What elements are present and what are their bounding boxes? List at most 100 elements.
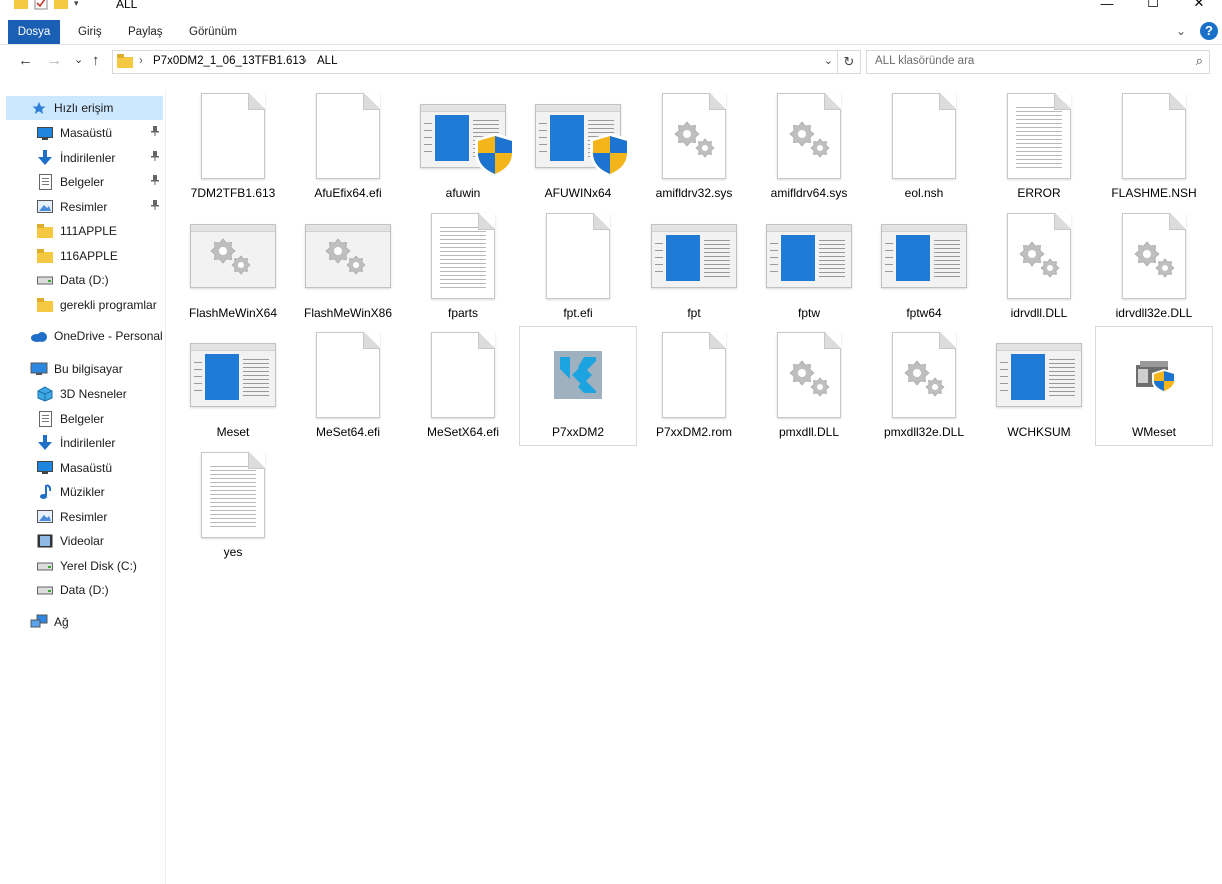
sidebar-item[interactable]: İndirilenler xyxy=(6,146,163,170)
tab-dosya[interactable]: Dosya xyxy=(8,20,60,44)
properties-icon[interactable] xyxy=(34,0,48,10)
system-file-icon xyxy=(892,332,956,418)
expand-ribbon-icon[interactable]: ⌄ xyxy=(1176,24,1186,38)
file-item[interactable]: fptw xyxy=(751,208,867,326)
sidebar-item[interactable]: Masaüstü xyxy=(6,456,163,480)
sidebar-item-network[interactable]: Ağ xyxy=(6,610,163,634)
file-item[interactable]: Meset xyxy=(175,327,291,445)
tab-gorunum[interactable]: Görünüm xyxy=(189,20,237,44)
sidebar-item[interactable]: 111APPLE xyxy=(6,219,163,243)
customize-toolbar-icon[interactable]: ▾ xyxy=(74,0,79,9)
search-input[interactable]: ALL klasöründe ara xyxy=(875,55,974,67)
sidebar-item-this-pc[interactable]: Bu bilgisayar xyxy=(6,357,163,381)
file-item[interactable]: AFUWINx64 xyxy=(520,88,636,206)
sidebar-item[interactable]: Belgeler xyxy=(6,170,163,194)
file-thumbnail xyxy=(880,331,968,419)
file-name: yes xyxy=(223,545,243,559)
help-button[interactable]: ? xyxy=(1200,22,1218,40)
file-item[interactable]: idrvdll.DLL xyxy=(981,208,1097,326)
back-button[interactable]: ← xyxy=(18,52,33,69)
sidebar-item-quick-access[interactable]: Hızlı erişim xyxy=(6,96,163,120)
forward-button[interactable]: → xyxy=(47,52,62,69)
sidebar-item[interactable]: Data (D:) xyxy=(6,268,163,292)
file-item[interactable]: afuwin xyxy=(405,88,521,206)
file-item[interactable]: fpt.efi xyxy=(520,208,636,326)
sidebar-item[interactable]: Resimler xyxy=(6,195,163,219)
breadcrumb-separator[interactable]: › xyxy=(139,55,143,67)
sidebar-item[interactable]: Masaüstü xyxy=(6,121,163,145)
sidebar-item[interactable]: Belgeler xyxy=(6,407,163,431)
window-title: ALL xyxy=(116,0,138,11)
file-item[interactable]: fptw64 xyxy=(866,208,982,326)
file-thumbnail xyxy=(765,331,853,419)
sidebar-item-label: Belgeler xyxy=(60,411,105,426)
file-name: ERROR xyxy=(1017,186,1061,200)
search-box[interactable]: ALL klasöründe ara ⌕ xyxy=(866,50,1210,74)
maximize-button[interactable]: ☐ xyxy=(1130,0,1176,12)
file-item[interactable]: WMeset xyxy=(1095,326,1213,446)
sidebar-item[interactable]: Yerel Disk (C:) xyxy=(6,554,163,578)
file-name: idrvdll32e.DLL xyxy=(1115,306,1193,320)
sidebar-item-label: İndirilenler xyxy=(60,436,116,450)
up-button[interactable]: ↑ xyxy=(92,52,100,69)
file-icon xyxy=(662,332,726,418)
sidebar-item[interactable]: Videolar xyxy=(6,529,163,553)
sidebar-item[interactable]: İndirilenler xyxy=(6,431,163,455)
sidebar-item[interactable]: 3D Nesneler xyxy=(6,382,163,406)
file-item[interactable]: yes xyxy=(175,447,291,565)
file-item[interactable]: P7xxDM2.rom xyxy=(636,327,752,445)
sidebar-item-onedrive[interactable]: OneDrive - Personal xyxy=(6,324,163,348)
file-item[interactable]: fpt xyxy=(636,208,752,326)
minimize-button[interactable]: — xyxy=(1084,0,1130,12)
sidebar-item-label: Videolar xyxy=(60,534,104,548)
file-thumbnail xyxy=(189,212,277,300)
file-name: fparts xyxy=(447,306,478,320)
search-icon[interactable]: ⌕ xyxy=(1196,53,1203,69)
pin-icon xyxy=(151,199,159,213)
sidebar-item[interactable]: Müzikler xyxy=(6,480,163,504)
new-folder-icon[interactable] xyxy=(54,0,68,9)
file-item[interactable]: amifldrv64.sys xyxy=(751,88,867,206)
tab-paylas[interactable]: Paylaş xyxy=(128,20,163,44)
file-item[interactable]: idrvdll32e.DLL xyxy=(1096,208,1212,326)
pin-icon xyxy=(151,175,159,188)
file-item[interactable]: P7xxDM2 xyxy=(519,326,637,446)
sidebar-item[interactable]: Data (D:) xyxy=(6,578,163,602)
file-item[interactable]: AfuEfix64.efi xyxy=(290,88,406,206)
file-thumbnail xyxy=(534,92,630,180)
tab-giris[interactable]: Giriş xyxy=(78,20,102,44)
file-item[interactable]: pmxdll.DLL xyxy=(751,327,867,445)
refresh-button[interactable]: ↻ xyxy=(838,50,861,74)
file-name: fptw xyxy=(797,306,820,320)
breadcrumb-separator[interactable]: › xyxy=(303,55,307,67)
file-item[interactable]: amifldrv32.sys xyxy=(636,88,752,206)
file-item[interactable]: MeSet64.efi xyxy=(290,327,406,445)
file-item[interactable]: FlashMeWinX64 xyxy=(175,208,291,326)
application-gear-icon xyxy=(305,224,391,288)
file-item[interactable]: WCHKSUM xyxy=(981,327,1097,445)
file-thumbnail xyxy=(765,212,853,300)
pin-icon xyxy=(151,150,159,164)
file-item[interactable]: FLASHME.NSH xyxy=(1096,88,1212,206)
breadcrumb-current[interactable]: ALL xyxy=(317,55,337,67)
file-name: WMeset xyxy=(1131,425,1176,439)
file-item[interactable]: pmxdll32e.DLL xyxy=(866,327,982,445)
file-item[interactable]: FlashMeWinX86 xyxy=(290,208,406,326)
sidebar-item[interactable]: 116APPLE xyxy=(6,244,163,268)
close-button[interactable]: ✕ xyxy=(1176,0,1222,12)
sidebar-item-label: gerekli programlar xyxy=(60,297,157,312)
file-item[interactable]: MeSetX64.efi xyxy=(405,327,521,445)
recent-locations-button[interactable]: ⌄ xyxy=(74,53,83,66)
file-item[interactable]: fparts xyxy=(405,208,521,326)
file-thumbnail xyxy=(650,92,738,180)
sidebar-item[interactable]: gerekli programlar xyxy=(6,293,163,317)
file-item[interactable]: eol.nsh xyxy=(866,88,982,206)
file-item[interactable]: ERROR xyxy=(981,88,1097,206)
address-dropdown-icon[interactable]: ⌄ xyxy=(824,54,833,67)
desktop-icon xyxy=(36,460,54,476)
file-item[interactable]: 7DM2TFB1.613 xyxy=(175,88,291,206)
file-thumbnail xyxy=(650,212,738,300)
address-bar[interactable]: › P7x0DM2_1_06_13TFB1.613 › ALL ⌄ xyxy=(112,50,838,74)
breadcrumb-parent[interactable]: P7x0DM2_1_06_13TFB1.613 xyxy=(153,55,305,67)
sidebar-item[interactable]: Resimler xyxy=(6,505,163,529)
